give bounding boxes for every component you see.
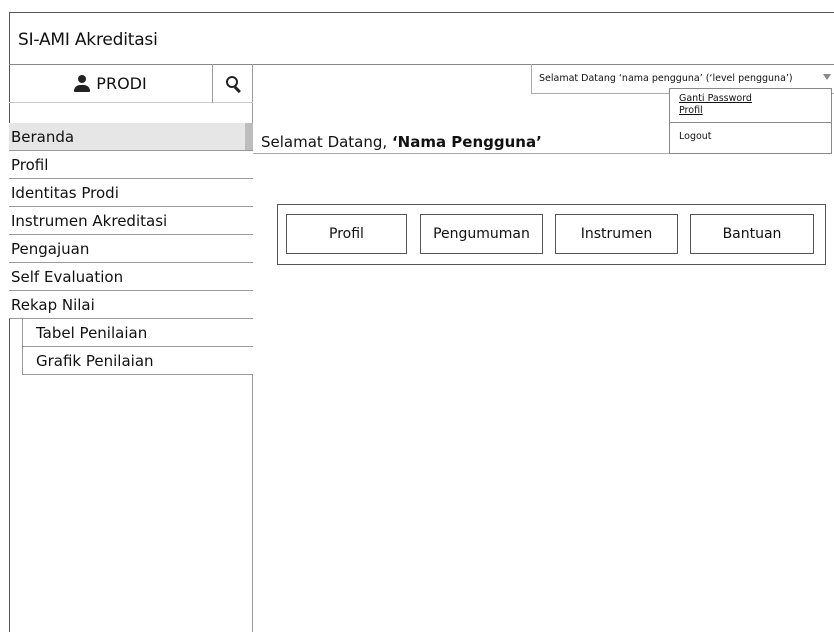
sidebar-item-beranda[interactable]: Beranda <box>9 123 253 151</box>
sidebar-item-profil[interactable]: Profil <box>9 151 253 179</box>
welcome-prefix: Selamat Datang, <box>261 133 392 151</box>
sidebar-item-rekap-nilai[interactable]: Rekap Nilai <box>9 291 253 319</box>
search-icon <box>226 76 240 90</box>
user-icon <box>74 74 91 92</box>
chevron-down-icon[interactable] <box>823 74 831 80</box>
role-box: PRODI <box>9 64 213 103</box>
sidebar-item-pengajuan[interactable]: Pengajuan <box>9 235 253 263</box>
bantuan-button[interactable]: Bantuan <box>690 214 814 254</box>
welcome-name: ‘Nama Pengguna’ <box>391 133 542 151</box>
role-label: PRODI <box>96 73 147 93</box>
user-welcome-text: Selamat Datang ‘nama pengguna’ (‘level p… <box>539 73 793 84</box>
profil-button[interactable]: Profil <box>286 214 407 254</box>
sidebar-item-identitas-prodi[interactable]: Identitas Prodi <box>9 179 253 207</box>
sidebar-item-self-evaluation[interactable]: Self Evaluation <box>9 263 253 291</box>
sidebar-item-instrumen-akreditasi[interactable]: Instrumen Akreditasi <box>9 207 253 235</box>
pengumuman-button[interactable]: Pengumuman <box>420 214 543 254</box>
profile-link[interactable]: Profil <box>670 105 831 117</box>
app-title: SI-AMI Akreditasi <box>18 30 158 50</box>
page-title: Selamat Datang, ‘Nama Pengguna’ <box>253 124 669 154</box>
sidebar-menu: Beranda Profil Identitas Prodi Instrumen… <box>9 123 253 375</box>
sidebar-subitem-tabel-penilaian[interactable]: Tabel Penilaian <box>22 319 253 347</box>
user-dropdown-menu: Ganti Password Profil Logout <box>669 88 832 154</box>
change-password-link[interactable]: Ganti Password <box>670 93 831 105</box>
logout-link[interactable]: Logout <box>670 123 831 151</box>
search-button[interactable] <box>213 64 253 103</box>
quick-menu: Profil Pengumuman Instrumen Bantuan <box>277 204 826 265</box>
sidebar-subitem-grafik-penilaian[interactable]: Grafik Penilaian <box>22 347 253 375</box>
instrumen-button[interactable]: Instrumen <box>555 214 678 254</box>
dropdown-group: Ganti Password Profil <box>670 89 831 123</box>
